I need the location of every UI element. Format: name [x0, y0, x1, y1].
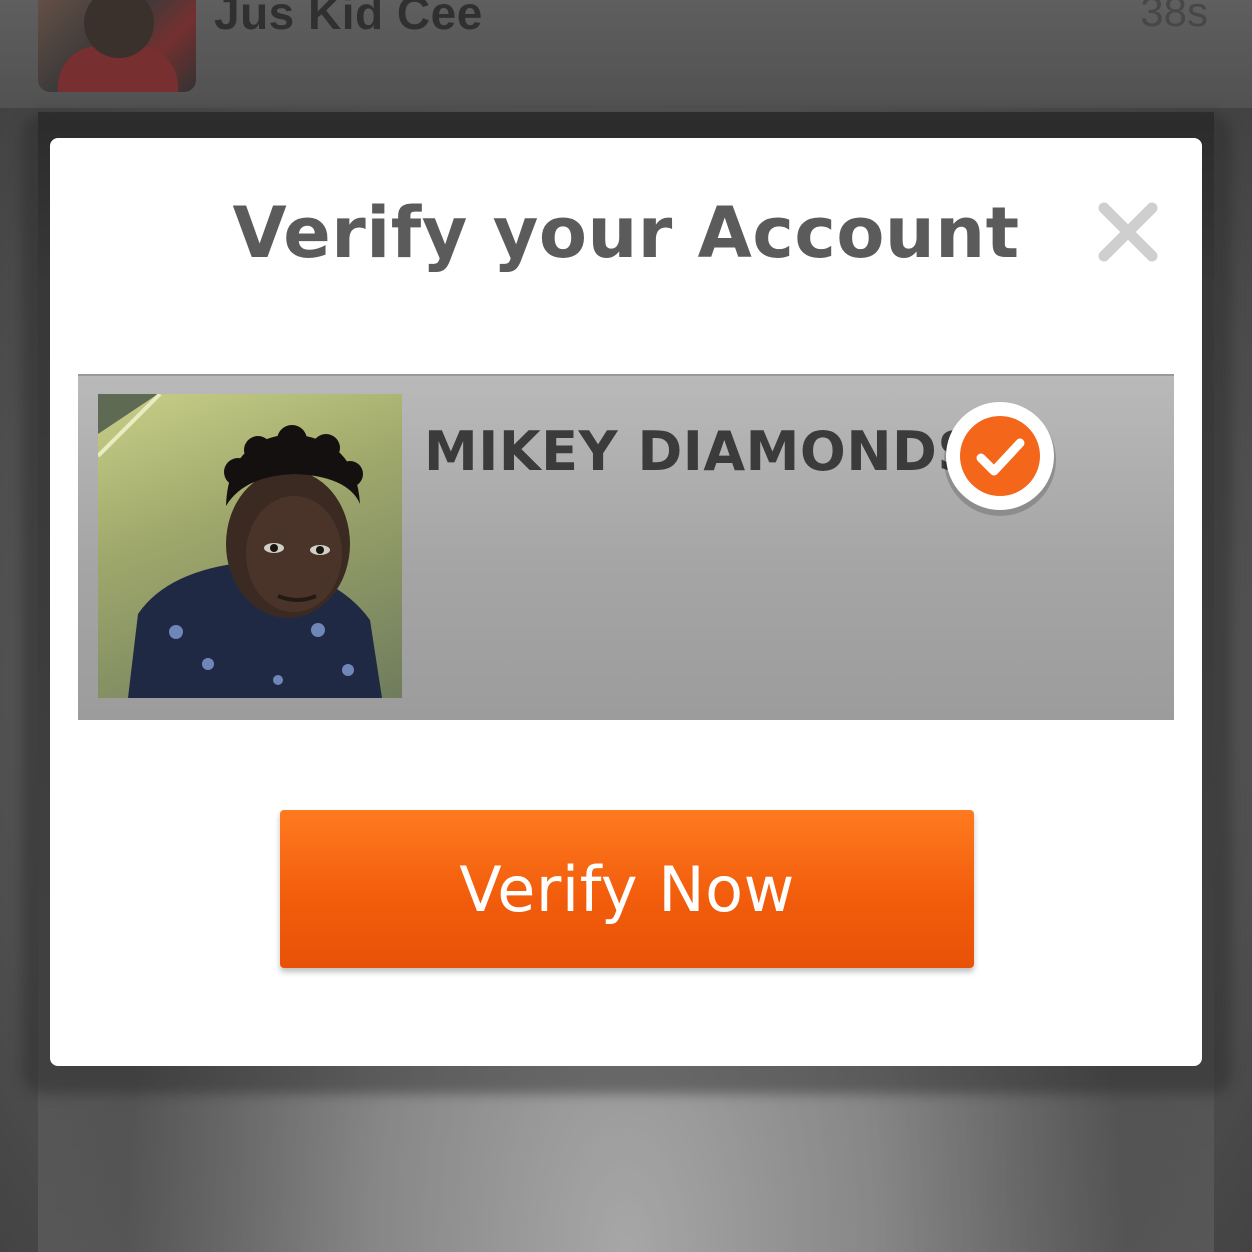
- verified-check-icon: [940, 398, 1060, 518]
- close-icon[interactable]: [1092, 196, 1164, 268]
- profile-photo: [98, 394, 402, 698]
- verify-account-dialog: Verify your Account MIKEY DIAMONDS Verif…: [50, 138, 1202, 1066]
- dialog-title: Verify your Account: [232, 192, 1020, 274]
- verify-now-button[interactable]: Verify Now: [280, 810, 974, 968]
- profile-name: MIKEY DIAMONDS: [424, 420, 977, 483]
- profile-card: MIKEY DIAMONDS: [78, 374, 1174, 720]
